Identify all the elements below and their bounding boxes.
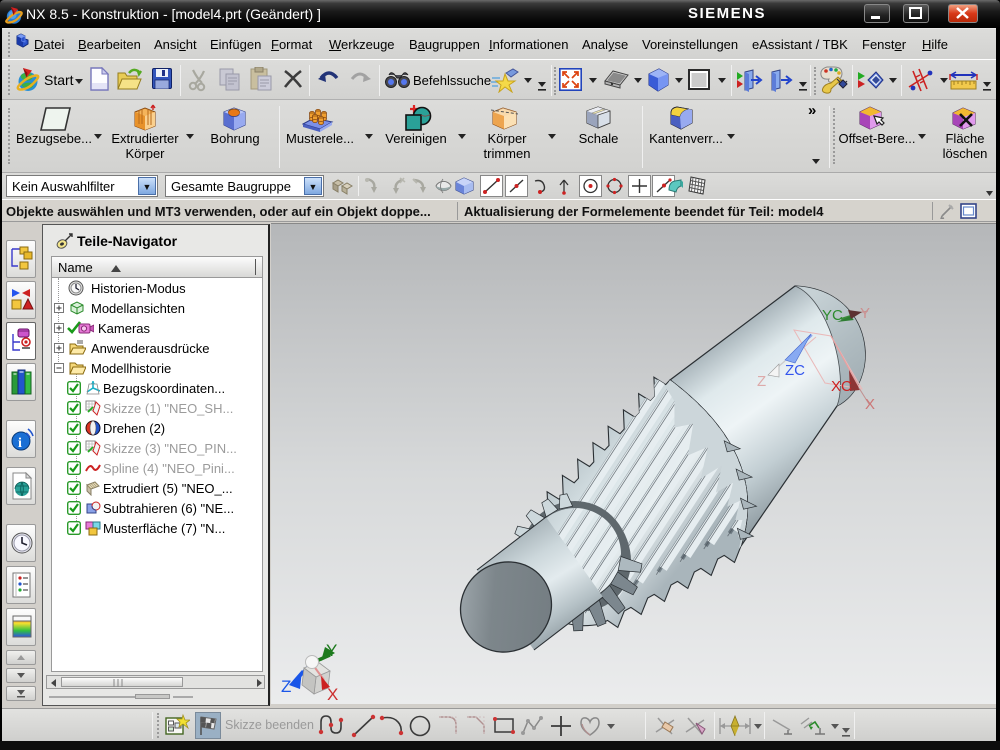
- svg-text:X: X: [327, 685, 338, 704]
- svg-text:ZC: ZC: [785, 362, 805, 379]
- svg-text:Y: Y: [326, 641, 337, 660]
- svg-text:YC: YC: [822, 307, 843, 324]
- svg-text:X: X: [865, 396, 875, 413]
- svg-text:i: i: [18, 436, 22, 451]
- svg-text:Y: Y: [860, 305, 870, 322]
- svg-text:XC: XC: [831, 378, 852, 395]
- svg-text:Z: Z: [281, 677, 291, 696]
- svg-text:Z: Z: [757, 373, 766, 390]
